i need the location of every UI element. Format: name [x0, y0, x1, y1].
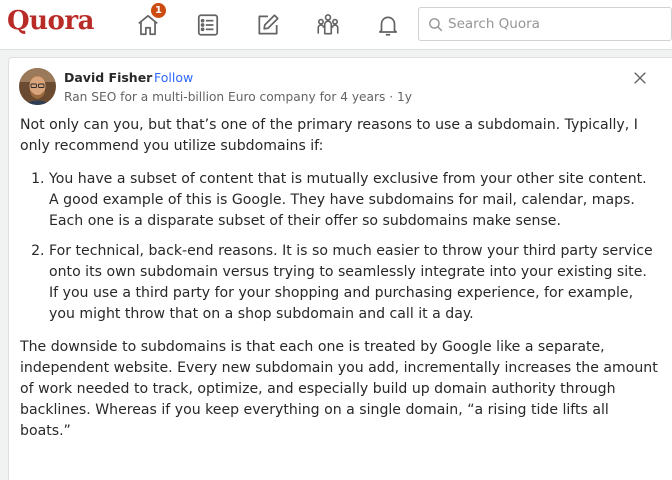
answer-body: Not only can you, but that’s one of the … — [20, 115, 660, 454]
answer-icon — [258, 14, 279, 35]
search-input[interactable] — [448, 8, 668, 40]
author-avatar[interactable] — [19, 68, 56, 105]
search-box[interactable] — [418, 7, 672, 41]
list-item: For technical, back-end reasons. It is s… — [49, 241, 660, 325]
notifications-icon — [379, 16, 397, 36]
quora-logo[interactable]: Quora — [7, 6, 94, 36]
spaces-button[interactable] — [312, 9, 344, 41]
answer-conclusion: The downside to subdomains is that each … — [20, 339, 658, 439]
search-icon — [429, 18, 443, 32]
author-credential[interactable]: Ran SEO for a multi-billion Euro company… — [64, 90, 412, 104]
notifications-button[interactable] — [372, 9, 404, 41]
answer-intro: Not only can you, but that’s one of the … — [20, 117, 638, 154]
author-name[interactable]: David Fisher — [64, 70, 152, 85]
avatar-photo — [19, 68, 56, 105]
answer-button[interactable] — [252, 9, 284, 41]
close-button[interactable] — [630, 68, 650, 88]
following-icon — [197, 14, 219, 36]
following-button[interactable] — [192, 9, 224, 41]
separator-dot: · — [146, 70, 150, 85]
follow-link[interactable]: Follow — [154, 70, 193, 85]
notification-badge: 1 — [150, 2, 167, 19]
top-navigation-bar: Quora 1 — [0, 0, 672, 50]
close-icon — [634, 72, 646, 84]
answer-list: You have a subset of content that is mut… — [20, 169, 660, 325]
list-item: You have a subset of content that is mut… — [49, 169, 660, 232]
spaces-icon — [317, 14, 339, 35]
